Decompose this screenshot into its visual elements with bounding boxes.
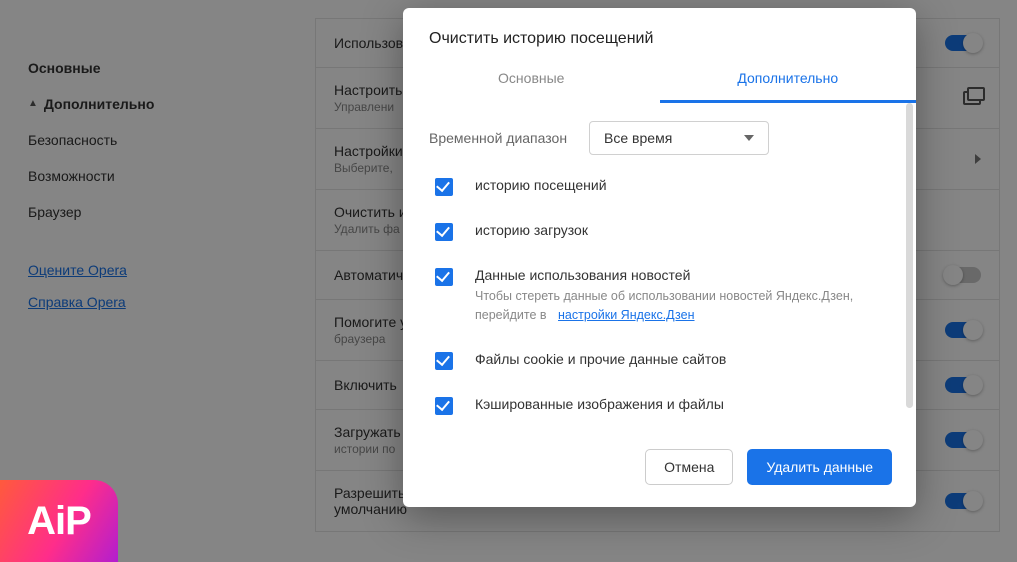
clear-option-cache[interactable]: Кэшированные изображения и файлы [435,396,890,415]
clear-option-download-history[interactable]: историю загрузок [435,222,890,241]
dialog-footer: Отмена Удалить данные [403,433,916,507]
chevron-down-icon [744,135,754,141]
time-range-row: Временной диапазон Все время [429,121,890,155]
option-label: историю посещений [475,177,607,193]
option-label: Данные использования новостей [475,267,890,283]
option-label: историю загрузок [475,222,588,238]
delete-data-button[interactable]: Удалить данные [747,449,892,485]
tab-basic[interactable]: Основные [403,58,660,103]
checkbox-checked-icon[interactable] [435,223,453,241]
clear-history-dialog: Очистить историю посещений Основные Допо… [403,8,916,507]
clear-option-cookies[interactable]: Файлы cookie и прочие данные сайтов [435,351,890,370]
option-label: Файлы cookie и прочие данные сайтов [475,351,726,367]
scrollbar[interactable] [906,103,913,408]
checkbox-checked-icon[interactable] [435,268,453,286]
checkbox-checked-icon[interactable] [435,352,453,370]
clear-option-browsing-history[interactable]: историю посещений [435,177,890,196]
time-range-label: Временной диапазон [429,130,567,146]
dialog-tabs: Основные Дополнительно [403,58,916,103]
checkbox-checked-icon[interactable] [435,178,453,196]
checkbox-checked-icon[interactable] [435,397,453,415]
dialog-title: Очистить историю посещений [403,8,916,58]
zen-settings-link[interactable]: настройки Яндекс.Дзен [558,308,694,322]
cancel-button[interactable]: Отмена [645,449,733,485]
clear-option-news-usage[interactable]: Данные использования новостей Чтобы стер… [435,267,890,325]
aip-logo-badge: AiP [0,480,118,562]
tab-advanced[interactable]: Дополнительно [660,58,917,103]
option-label: Кэшированные изображения и файлы [475,396,724,412]
time-range-select[interactable]: Все время [589,121,769,155]
time-range-value: Все время [604,130,672,146]
dialog-body: Временной диапазон Все время историю пос… [403,103,916,433]
